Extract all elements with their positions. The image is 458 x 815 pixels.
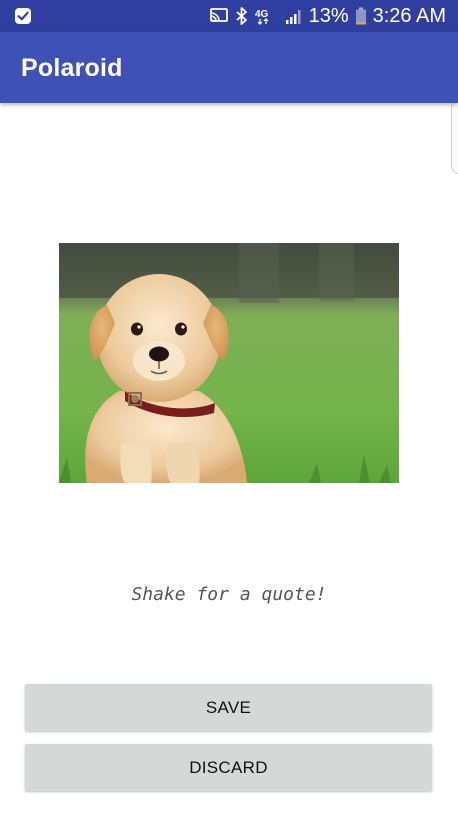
edge-panel-handle[interactable] [451,100,458,174]
svg-text:4G: 4G [255,9,269,20]
status-bar: 4G 13% 3:26 AM [0,0,458,32]
battery-percent: 13% [308,4,349,27]
app-bar: Polaroid [0,32,458,103]
cast-icon [209,7,229,25]
bluetooth-icon [235,7,249,25]
app-title: Polaroid [21,54,123,82]
save-button[interactable]: SAVE [25,684,432,731]
status-icons: 4G 13% 3:26 AM [209,0,446,32]
battery-icon [355,7,367,25]
app-screen: 4G 13% 3:26 AM Polaroid Shake for a quot… [0,0,458,815]
quote-text: Shake for a quote! [131,584,327,605]
4g-lte-icon: 4G [255,7,279,25]
check-notification-icon [14,7,32,25]
discard-button[interactable]: DISCARD [25,744,432,791]
status-time: 3:26 AM [372,4,446,27]
puppy-photo [59,243,399,483]
signal-icon [285,7,303,25]
